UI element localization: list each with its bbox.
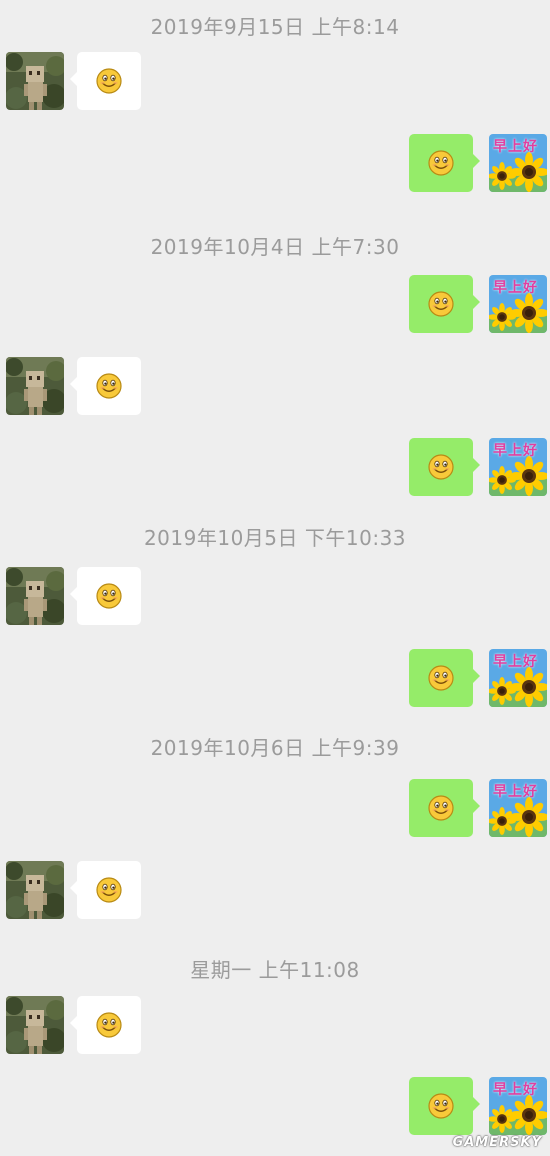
smile-emoji-icon [428, 454, 454, 480]
outgoing-message-bubble[interactable] [409, 134, 480, 192]
contact-avatar[interactable] [6, 567, 64, 625]
contact-avatar[interactable] [6, 357, 64, 415]
timestamp: 2019年10月6日 上午9:39 [150, 736, 400, 760]
my-avatar[interactable]: 早上好 [489, 134, 547, 192]
smile-emoji-icon [96, 583, 122, 609]
avatar-greeting-text: 早上好 [493, 280, 538, 296]
smile-emoji-icon [428, 150, 454, 176]
danbo-avatar-icon [6, 861, 64, 919]
outgoing-message-bubble[interactable] [409, 779, 480, 837]
timestamp: 2019年9月15日 上午8:14 [150, 15, 400, 39]
outgoing-message-bubble[interactable] [409, 649, 480, 707]
danbo-avatar-icon [6, 52, 64, 110]
incoming-message-bubble[interactable] [70, 52, 141, 110]
contact-avatar[interactable] [6, 861, 64, 919]
danbo-avatar-icon [6, 357, 64, 415]
my-avatar[interactable]: 早上好 [489, 275, 547, 333]
smile-emoji-icon [96, 68, 122, 94]
avatar-greeting-text: 早上好 [493, 443, 538, 459]
incoming-message-bubble[interactable] [70, 357, 141, 415]
smile-emoji-icon [428, 291, 454, 317]
avatar-greeting-text: 早上好 [493, 784, 538, 800]
outgoing-message-bubble[interactable] [409, 275, 480, 333]
avatar-greeting-text: 早上好 [493, 1082, 538, 1098]
incoming-message-bubble[interactable] [70, 996, 141, 1054]
danbo-avatar-icon [6, 567, 64, 625]
outgoing-message-bubble[interactable] [409, 438, 480, 496]
timestamp: 星期一 上午11:08 [190, 958, 360, 982]
contact-avatar[interactable] [6, 996, 64, 1054]
my-avatar[interactable]: 早上好 [489, 649, 547, 707]
smile-emoji-icon [428, 795, 454, 821]
smile-emoji-icon [428, 1093, 454, 1119]
timestamp: 2019年10月4日 上午7:30 [150, 235, 400, 259]
timestamp: 2019年10月5日 下午10:33 [143, 526, 407, 550]
my-avatar[interactable]: 早上好 [489, 779, 547, 837]
smile-emoji-icon [428, 665, 454, 691]
gamersky-watermark: GAMERSKY [452, 1135, 542, 1150]
smile-emoji-icon [96, 877, 122, 903]
contact-avatar[interactable] [6, 52, 64, 110]
avatar-greeting-text: 早上好 [493, 654, 538, 670]
my-avatar[interactable]: 早上好 [489, 1077, 547, 1135]
smile-emoji-icon [96, 1012, 122, 1038]
smile-emoji-icon [96, 373, 122, 399]
outgoing-message-bubble[interactable] [409, 1077, 480, 1135]
avatar-greeting-text: 早上好 [493, 139, 538, 155]
danbo-avatar-icon [6, 996, 64, 1054]
incoming-message-bubble[interactable] [70, 861, 141, 919]
incoming-message-bubble[interactable] [70, 567, 141, 625]
my-avatar[interactable]: 早上好 [489, 438, 547, 496]
